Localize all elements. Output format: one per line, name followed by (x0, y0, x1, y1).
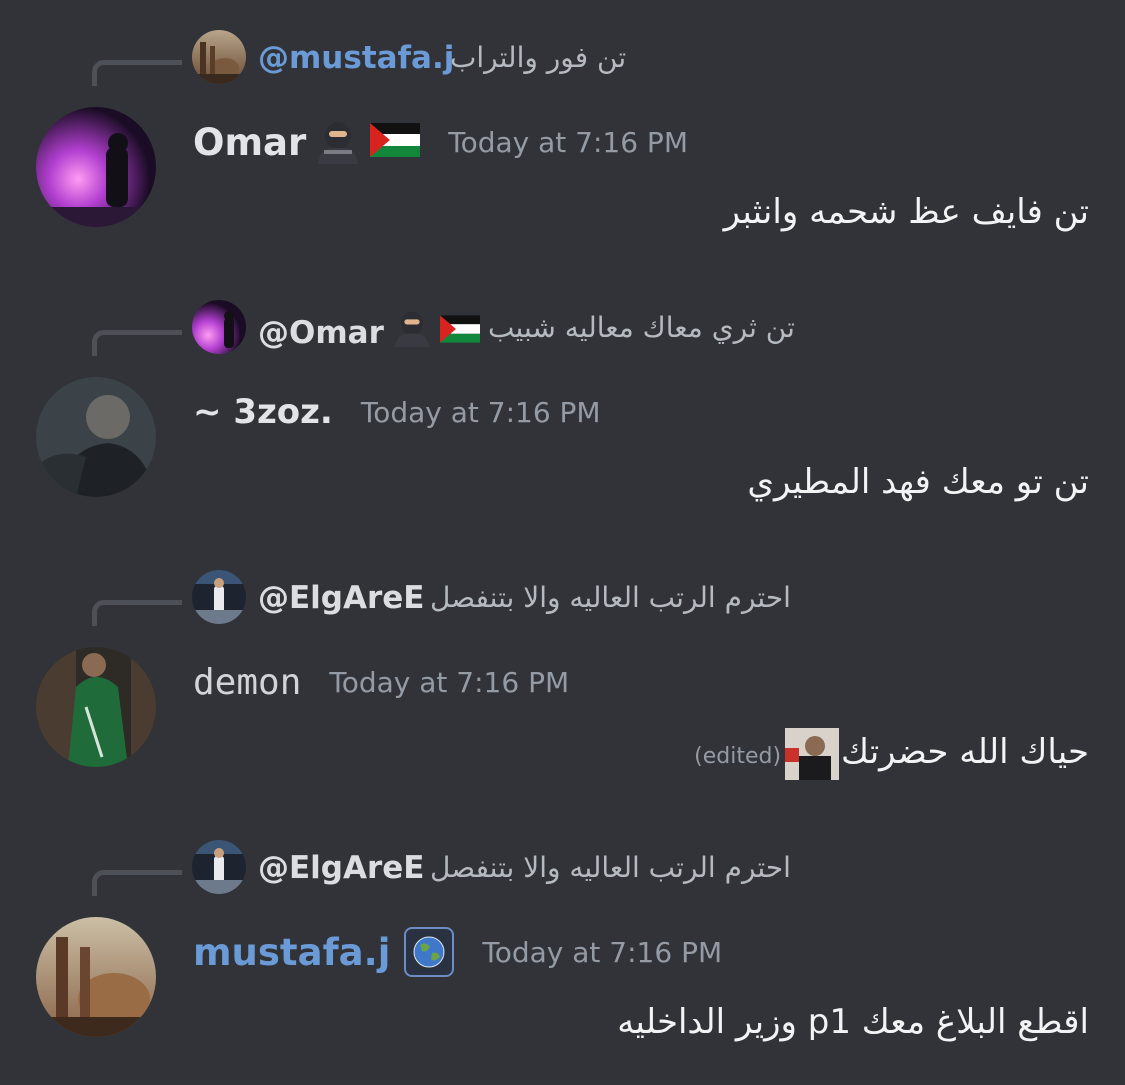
message-content: تن تو معك فهد المطيري (747, 462, 1089, 502)
reply-author-name[interactable]: @Omar (258, 311, 384, 355)
chat-messages: @mustafa.j تن فور والتراب Omar Today at … (0, 0, 1125, 1085)
reply-connector (92, 60, 182, 86)
reply-connector (92, 330, 182, 356)
ninja-icon (312, 116, 364, 168)
message-item[interactable]: @ElgAreE احترم الرتب العاليه والا بتنفصل… (0, 810, 1125, 1080)
message-content: اقطع البلاغ معك p1 وزير الداخليه (617, 1002, 1089, 1042)
avatar[interactable] (36, 377, 156, 497)
sticker-image[interactable] (785, 727, 840, 780)
reply-connector (92, 870, 182, 896)
avatar[interactable] (36, 917, 156, 1037)
author-name[interactable]: demon (193, 662, 301, 703)
message-content: تن فايف عظ شحمه وانثبر (723, 192, 1089, 232)
message-header: ~ 3zoz. Today at 7:16 PM (193, 382, 601, 442)
message-item[interactable]: @Omar تن ثري معاك معاليه شبيب ~ 3zoz. To… (0, 270, 1125, 540)
reply-preview-text[interactable]: احترم الرتب العاليه والا بتنفصل (430, 846, 791, 890)
reply-author-name[interactable]: @ElgAreE (258, 846, 424, 890)
message-timestamp[interactable]: Today at 7:16 PM (482, 936, 722, 969)
message-item[interactable]: @mustafa.j تن فور والتراب Omar Today at … (0, 0, 1125, 270)
author-name[interactable]: mustafa.j (193, 931, 390, 974)
message-item[interactable]: @ElgAreE احترم الرتب العاليه والا بتنفصل… (0, 540, 1125, 810)
reply-author-row[interactable]: @Omar (258, 306, 480, 360)
ninja-icon (390, 306, 434, 360)
reply-avatar[interactable] (192, 570, 246, 624)
avatar[interactable] (36, 647, 156, 767)
palestine-flag-icon (370, 123, 421, 161)
reply-preview-text[interactable]: تن ثري معاك معاليه شبيب (488, 306, 795, 350)
palestine-flag-icon (439, 311, 480, 355)
reply-connector (92, 600, 182, 626)
avatar[interactable] (36, 107, 156, 227)
reply-avatar[interactable] (192, 300, 246, 354)
author-name[interactable]: ~ 3zoz. (193, 392, 333, 432)
message-header: mustafa.j Today at 7:16 PM (193, 922, 722, 982)
message-timestamp[interactable]: Today at 7:16 PM (361, 396, 601, 429)
reply-avatar[interactable] (192, 30, 246, 84)
earth-globe-icon (404, 927, 455, 977)
message-content: حياك الله حضرتك (edited) (694, 726, 1089, 783)
author-name[interactable]: Omar (193, 121, 306, 164)
reply-author-name[interactable]: @ElgAreE (258, 576, 424, 620)
reply-author-name[interactable]: @mustafa.j (258, 36, 454, 80)
edited-label: (edited) (694, 744, 782, 769)
reply-avatar[interactable] (192, 840, 246, 894)
reply-preview-text[interactable]: احترم الرتب العاليه والا بتنفصل (430, 576, 791, 620)
message-timestamp[interactable]: Today at 7:16 PM (329, 666, 569, 699)
message-header: demon Today at 7:16 PM (193, 652, 569, 712)
message-timestamp[interactable]: Today at 7:16 PM (448, 126, 688, 159)
reply-preview-text[interactable]: تن فور والتراب (450, 36, 626, 80)
message-text: حياك الله حضرتك (841, 732, 1089, 772)
message-header: Omar Today at 7:16 PM (193, 112, 688, 172)
